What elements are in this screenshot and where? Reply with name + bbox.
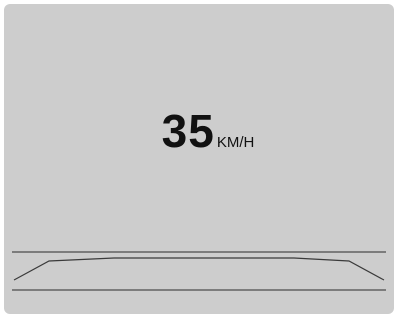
speed-readout: 35 KM/H xyxy=(4,104,394,158)
speed-value: 35 xyxy=(161,105,215,157)
road-lane-graphic xyxy=(12,251,386,291)
speed-unit: KM/H xyxy=(216,134,255,151)
dashboard-display: 35 KM/H xyxy=(4,4,394,314)
road-edge-curve xyxy=(13,257,385,281)
